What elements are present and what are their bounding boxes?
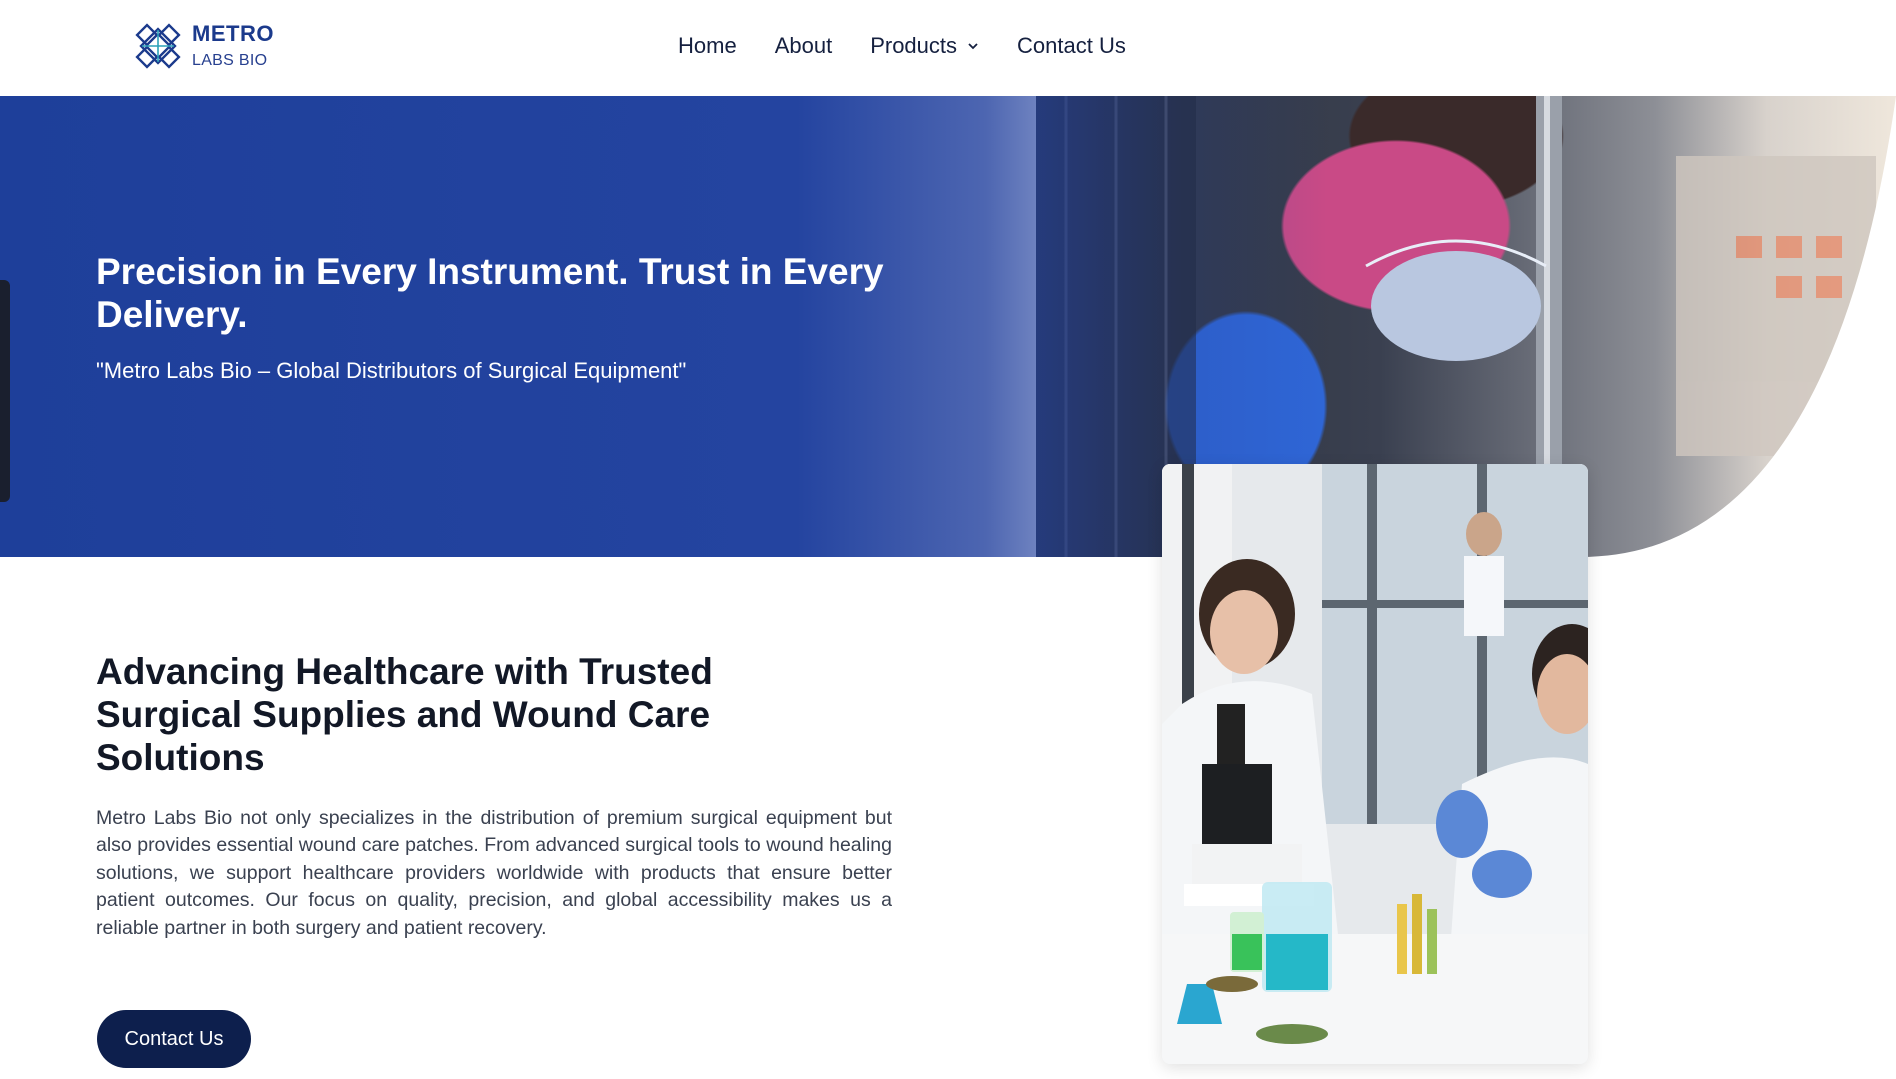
nav-about-label: About: [774, 33, 833, 58]
nav-contact-label: Contact Us: [1017, 33, 1126, 58]
brand-name-line1: METRO: [192, 21, 274, 46]
hero-banner: Precision in Every Instrument. Trust in …: [0, 96, 1896, 557]
brand-name: METRO LABS BIO: [192, 23, 274, 69]
contact-us-button[interactable]: Contact Us: [97, 1010, 251, 1068]
section-title: Advancing Healthcare with Trusted Surgic…: [96, 651, 713, 778]
nav-home[interactable]: Home: [678, 33, 737, 59]
site-header: METRO LABS BIO Home About Products Conta…: [0, 0, 1896, 96]
chevron-down-icon: [968, 43, 978, 50]
lab-scene-illustration: [1162, 464, 1588, 1064]
hero-title: Precision in Every Instrument. Trust in …: [96, 251, 884, 335]
nav-products-label: Products: [870, 33, 958, 58]
nav-about[interactable]: About: [775, 33, 833, 59]
nav-home-label: Home: [678, 33, 737, 58]
hero-curve-shape: [1580, 96, 1896, 557]
hero-subtitle: "Metro Labs Bio – Global Distributors of…: [96, 358, 687, 383]
nav-contact-us[interactable]: Contact Us: [1017, 33, 1126, 59]
side-drawer-tab[interactable]: [0, 280, 10, 502]
brand-name-line2: LABS BIO: [192, 52, 268, 69]
main-nav: Home About Products Contact Us: [678, 33, 1126, 59]
lab-scientists-image: [1162, 464, 1588, 1064]
brand-logo[interactable]: METRO LABS BIO: [132, 20, 274, 72]
section-body: Metro Labs Bio not only specializes in t…: [96, 807, 892, 939]
lattice-logo-icon: [135, 23, 181, 69]
nav-products[interactable]: Products: [870, 33, 979, 59]
